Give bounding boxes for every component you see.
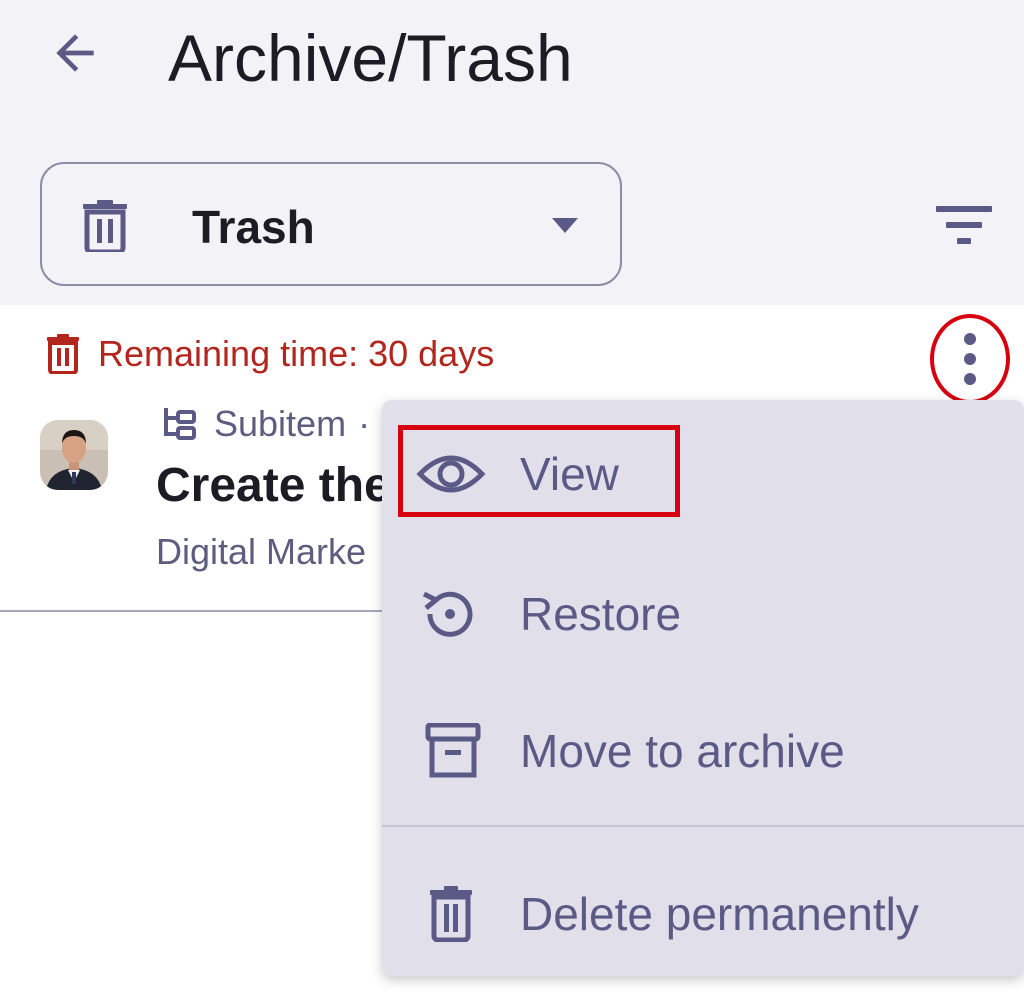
filter-button[interactable] — [930, 196, 996, 256]
more-vert-icon — [964, 333, 976, 385]
trash-icon — [83, 200, 127, 252]
item-title[interactable]: Create the — [156, 456, 391, 516]
back-button[interactable] — [44, 22, 106, 84]
arrow-back-icon — [56, 34, 94, 72]
item-type-separator: · — [358, 403, 371, 444]
more-options-button[interactable] — [930, 314, 1010, 404]
page-title: Archive/Trash — [168, 21, 573, 95]
menu-item-label: Move to archive — [520, 725, 845, 777]
person-photo — [40, 420, 108, 490]
app-bar: Archive/Trash Trash — [0, 0, 1024, 305]
menu-item-delete-permanently[interactable]: Delete permanently — [382, 860, 1024, 960]
menu-item-label: Restore — [520, 588, 682, 640]
remaining-time: Remaining time: 30 days — [46, 332, 494, 376]
trash-archive-dropdown[interactable]: Trash — [40, 162, 622, 286]
trash-icon — [430, 886, 472, 942]
highlight-box — [398, 425, 680, 517]
filter-icon — [936, 206, 992, 244]
item-type-label: Subitem — [214, 403, 347, 444]
subitem-icon — [164, 408, 196, 440]
trash-icon — [47, 334, 79, 374]
menu-item-move-to-archive[interactable]: Move to archive — [382, 697, 1024, 797]
restore-icon — [422, 591, 473, 637]
archive-icon — [425, 723, 481, 778]
menu-item-label: Delete permanently — [520, 888, 919, 940]
menu-item-restore[interactable]: Restore — [382, 560, 1024, 660]
dropdown-selected-label: Trash — [192, 201, 315, 253]
context-menu: View Restore Move to archive Delete perm… — [382, 400, 1024, 976]
avatar — [40, 420, 108, 490]
item-board-name: Digital Marke — [156, 531, 367, 572]
caret-down-icon — [552, 218, 578, 233]
remaining-time-label: Remaining time: 30 days — [98, 333, 495, 374]
item-type: Subitem · — [160, 402, 370, 446]
menu-divider — [382, 825, 1024, 827]
